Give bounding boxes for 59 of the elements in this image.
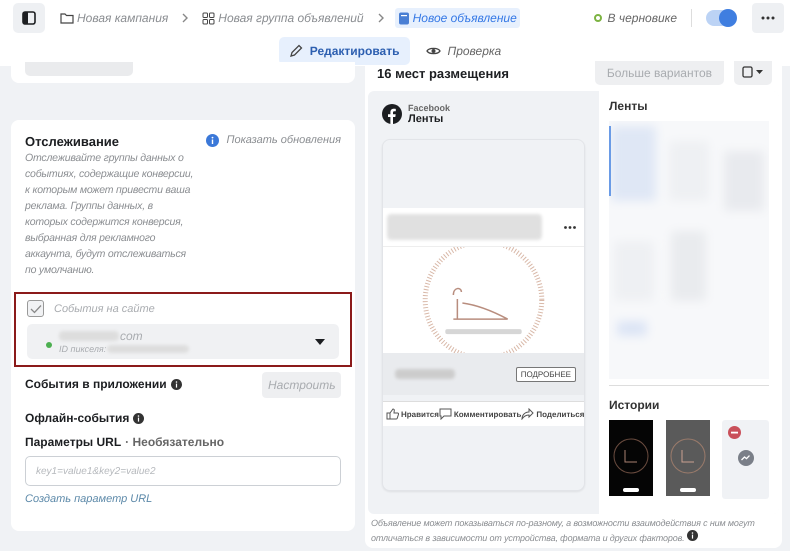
breadcrumb[interactable]: Новое объявление: [394, 8, 520, 28]
info-icon: [206, 134, 218, 147]
configure-button[interactable]: Настроить: [262, 372, 341, 398]
chevron-icon: [181, 13, 190, 23]
messenger-icon: [738, 450, 754, 466]
folder-icon: [60, 12, 74, 24]
info-icon: [133, 412, 144, 424]
updates-link[interactable]: Показать обновления: [206, 134, 341, 148]
grid-icon: [202, 12, 216, 24]
more-icon: [761, 16, 775, 20]
pencil-icon: [288, 44, 303, 58]
comment-icon: [438, 408, 452, 420]
facebook-logo-icon: [382, 104, 402, 124]
eye-icon: [426, 46, 440, 56]
sidebar-toggle-button[interactable]: [13, 3, 45, 33]
placements-title: 16 мест размещения: [377, 66, 509, 80]
optional-label: · Необязательно: [125, 435, 224, 449]
document-icon: [398, 12, 410, 24]
info-icon: [170, 378, 182, 390]
more-button[interactable]: [752, 3, 784, 33]
pixel-name: com: [120, 329, 143, 343]
toggle-switch[interactable]: [706, 10, 736, 26]
mode-tab[interactable]: Проверка: [416, 37, 512, 65]
section-title: Ленты: [609, 99, 648, 113]
input-field[interactable]: key1=value1&key2=value2: [25, 456, 341, 486]
status-label: В черновике: [608, 11, 677, 25]
caret-icon: [315, 338, 325, 344]
description: Отслеживайте группы данных о событиях, содержащие конверсии, к которым может привести ваша реклама. Группы данных, в которых содержится конверсия, выбранная для рекламного аккаунта, будут отслеживаться по умолчанию.: [25, 151, 194, 278]
info-icon: [686, 530, 698, 541]
checkbox-label: События на сайте: [54, 302, 155, 314]
chevron-icon: [376, 13, 385, 23]
mode-tab[interactable]: Редактировать: [278, 37, 410, 65]
sidebar-icon: [22, 11, 36, 25]
blocked-icon: [728, 426, 741, 439]
post-action[interactable]: Нравится: [386, 408, 439, 420]
section-title: Истории: [609, 398, 660, 412]
share-icon: [521, 408, 534, 420]
disclaimer: Объявление может показываться по-разному, а возможности взаимодействия с ним могут отличаться в зависимости от устройства, формата и других факторов.: [371, 517, 756, 545]
export-dropdown-button[interactable]: [734, 61, 772, 85]
field-label: Параметры URL: [25, 435, 122, 449]
placement-name: Ленты: [408, 113, 444, 125]
more-options-button[interactable]: Больше вариантов: [594, 61, 724, 85]
create-url-parameter-link[interactable]: Создать параметр URL: [25, 493, 152, 505]
pixel-dropdown[interactable]: com ID пикселя:: [27, 324, 339, 359]
breadcrumb[interactable]: Новая кампания: [57, 8, 172, 28]
post-action[interactable]: Поделиться: [521, 408, 584, 420]
redaction-blur: [395, 369, 455, 379]
post-action[interactable]: Комментировать: [438, 408, 522, 420]
field-label: Офлайн-события: [25, 411, 130, 425]
pixel-id-label: ID пикселя:: [59, 344, 106, 354]
more-icon: [564, 226, 576, 228]
square-caret-icon: [742, 66, 764, 78]
learn-more-button[interactable]: ПОДРОБНЕЕ: [516, 366, 576, 382]
field-label: События в приложении: [25, 377, 167, 391]
platform-name: Facebook: [408, 103, 450, 113]
checkmark-icon: [30, 304, 42, 314]
like-icon: [386, 408, 399, 420]
breadcrumb[interactable]: Новая группа объявлений: [199, 8, 367, 28]
section-title: Отслеживание: [25, 134, 120, 149]
